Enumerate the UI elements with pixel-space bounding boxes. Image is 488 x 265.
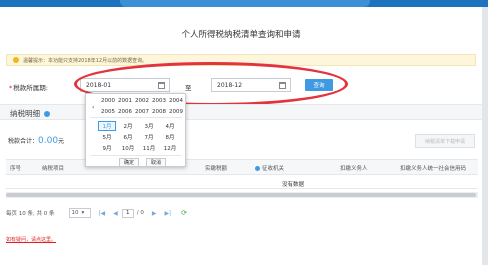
first-page-button[interactable]: |◀ [99,210,106,217]
picker-confirm-button[interactable]: 确定 [119,158,140,167]
total-unit: 元 [58,138,65,145]
prev-years-arrow[interactable]: ‹ [92,104,94,111]
month-option[interactable]: 5月 [98,132,116,142]
section-title-text: 纳税明细 [10,109,40,118]
prev-page-button[interactable]: ◀ [113,210,118,217]
column-header-authority: 征收机关 [255,164,284,172]
picker-divider [90,117,182,118]
required-mark: * [9,84,13,92]
vertical-scrollbar[interactable] [482,7,488,265]
page-size-select[interactable]: 10 ▾ [68,208,91,218]
top-banner [0,0,488,7]
notice-text: 温馨提示：本功能只支持2018年12月以前的数据查询。 [23,57,148,64]
top-banner-tab [120,0,370,7]
warning-icon [13,57,19,63]
month-option-selected[interactable]: 1月 [98,121,116,131]
month-picker-popup: ‹ 2000 2001 2002 2003 2004 2005 2006 200… [85,93,186,167]
period-label-text: 税款所属期: [13,84,48,92]
month-option[interactable]: 6月 [119,132,137,142]
column-header-authority-text: 征收机关 [262,166,285,172]
month-option[interactable]: 8月 [161,132,179,142]
info-icon[interactable] [255,166,260,171]
month-option[interactable]: 12月 [161,143,179,153]
month-option[interactable]: 3月 [140,121,158,131]
picker-cancel-button[interactable]: 取消 [146,158,167,167]
column-header-index: 序号 [10,166,22,172]
column-header-credit-code: 扣缴义务人统一社会信用码 [400,166,467,172]
month-option[interactable]: 10月 [119,143,137,153]
month-option[interactable]: 4月 [161,121,179,131]
empty-table-text: 没有数据 [282,182,305,188]
horizontal-scrollbar[interactable] [6,192,478,198]
total-label: 税款合计： [8,138,39,145]
period-label: *税款所属期: [9,82,48,92]
refresh-icon[interactable]: ⟳ [181,209,187,217]
page-content [0,7,482,265]
tax-total: 税款合计：0.00元 [8,136,64,146]
download-apply-button[interactable]: 纳税清单下载申请 [415,134,475,148]
pagination: 每页 10 条, 共 0 条 10 ▾ |◀ ◀ 1 / 0 ▶ ▶| ⟳ [6,205,478,221]
pager-summary: 每页 10 条, 共 0 条 [6,211,55,217]
last-page-button[interactable]: ▶| [165,210,172,217]
page-title: 个人所得税纳税清单查询和申请 [181,30,301,40]
picker-divider [90,155,182,156]
total-pages: / 0 [136,210,144,216]
page-size-value: 10 [71,210,79,216]
next-page-button[interactable]: ▶ [152,210,157,217]
section-title: 纳税明细 [10,108,50,119]
section-header [0,104,482,120]
help-link[interactable]: 如有疑问，请点这里。 [6,236,56,243]
year-option[interactable]: 2004 [166,98,186,104]
month-option[interactable]: 11月 [140,143,158,153]
info-icon[interactable] [44,111,50,117]
total-amount: 0.00 [38,136,59,146]
column-header-withholder: 扣缴义务人 [340,166,368,172]
table-body [6,175,478,189]
column-header-amount: 实缴税额 [205,166,228,172]
month-option[interactable]: 9月 [98,143,116,153]
month-option[interactable]: 7月 [140,132,158,142]
year-option[interactable]: 2009 [166,109,186,115]
column-header-item: 纳税项目 [42,166,65,172]
scrollbar-thumb[interactable] [6,193,476,197]
month-option[interactable]: 2月 [119,121,137,131]
page-number-input[interactable]: 1 [121,208,134,218]
chevron-down-icon: ▾ [81,210,85,216]
